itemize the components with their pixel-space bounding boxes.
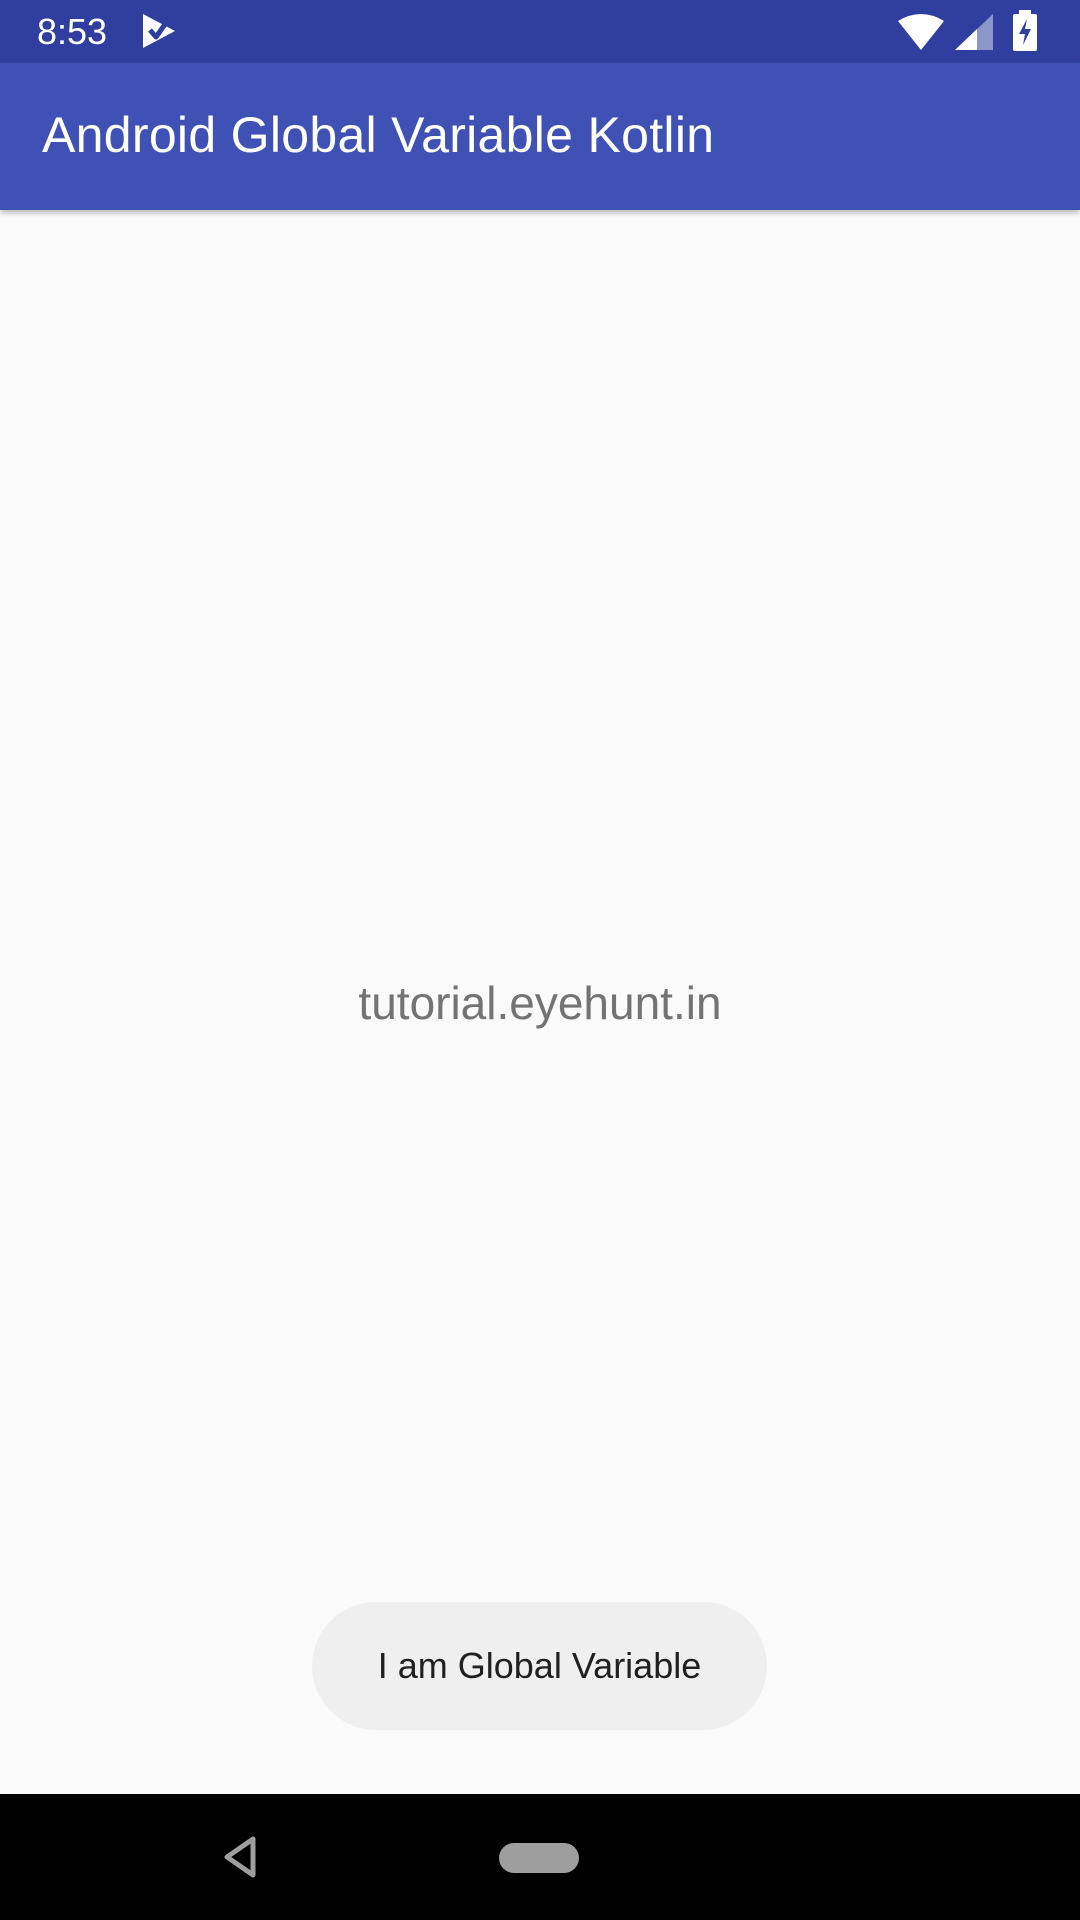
- navigation-bar: [0, 1794, 1080, 1920]
- home-pill-icon[interactable]: [499, 1843, 579, 1873]
- app-bar: Android Global Variable Kotlin: [0, 63, 1080, 210]
- cell-signal-icon: [955, 14, 995, 52]
- app-screen: 8:53 Android Global Variable Kotlin tuto…: [0, 0, 1080, 1920]
- center-text: tutorial.eyehunt.in: [358, 977, 722, 1029]
- wifi-icon: [897, 13, 945, 51]
- app-title: Android Global Variable Kotlin: [42, 107, 715, 163]
- battery-charging-icon: [1011, 10, 1039, 52]
- toast-message: I am Global Variable: [377, 1645, 702, 1686]
- toast: I am Global Variable: [312, 1602, 767, 1730]
- status-bar: 8:53: [0, 0, 1080, 63]
- notification-check-icon: [140, 12, 178, 50]
- status-time: 8:53: [37, 11, 108, 52]
- back-icon[interactable]: [220, 1834, 260, 1880]
